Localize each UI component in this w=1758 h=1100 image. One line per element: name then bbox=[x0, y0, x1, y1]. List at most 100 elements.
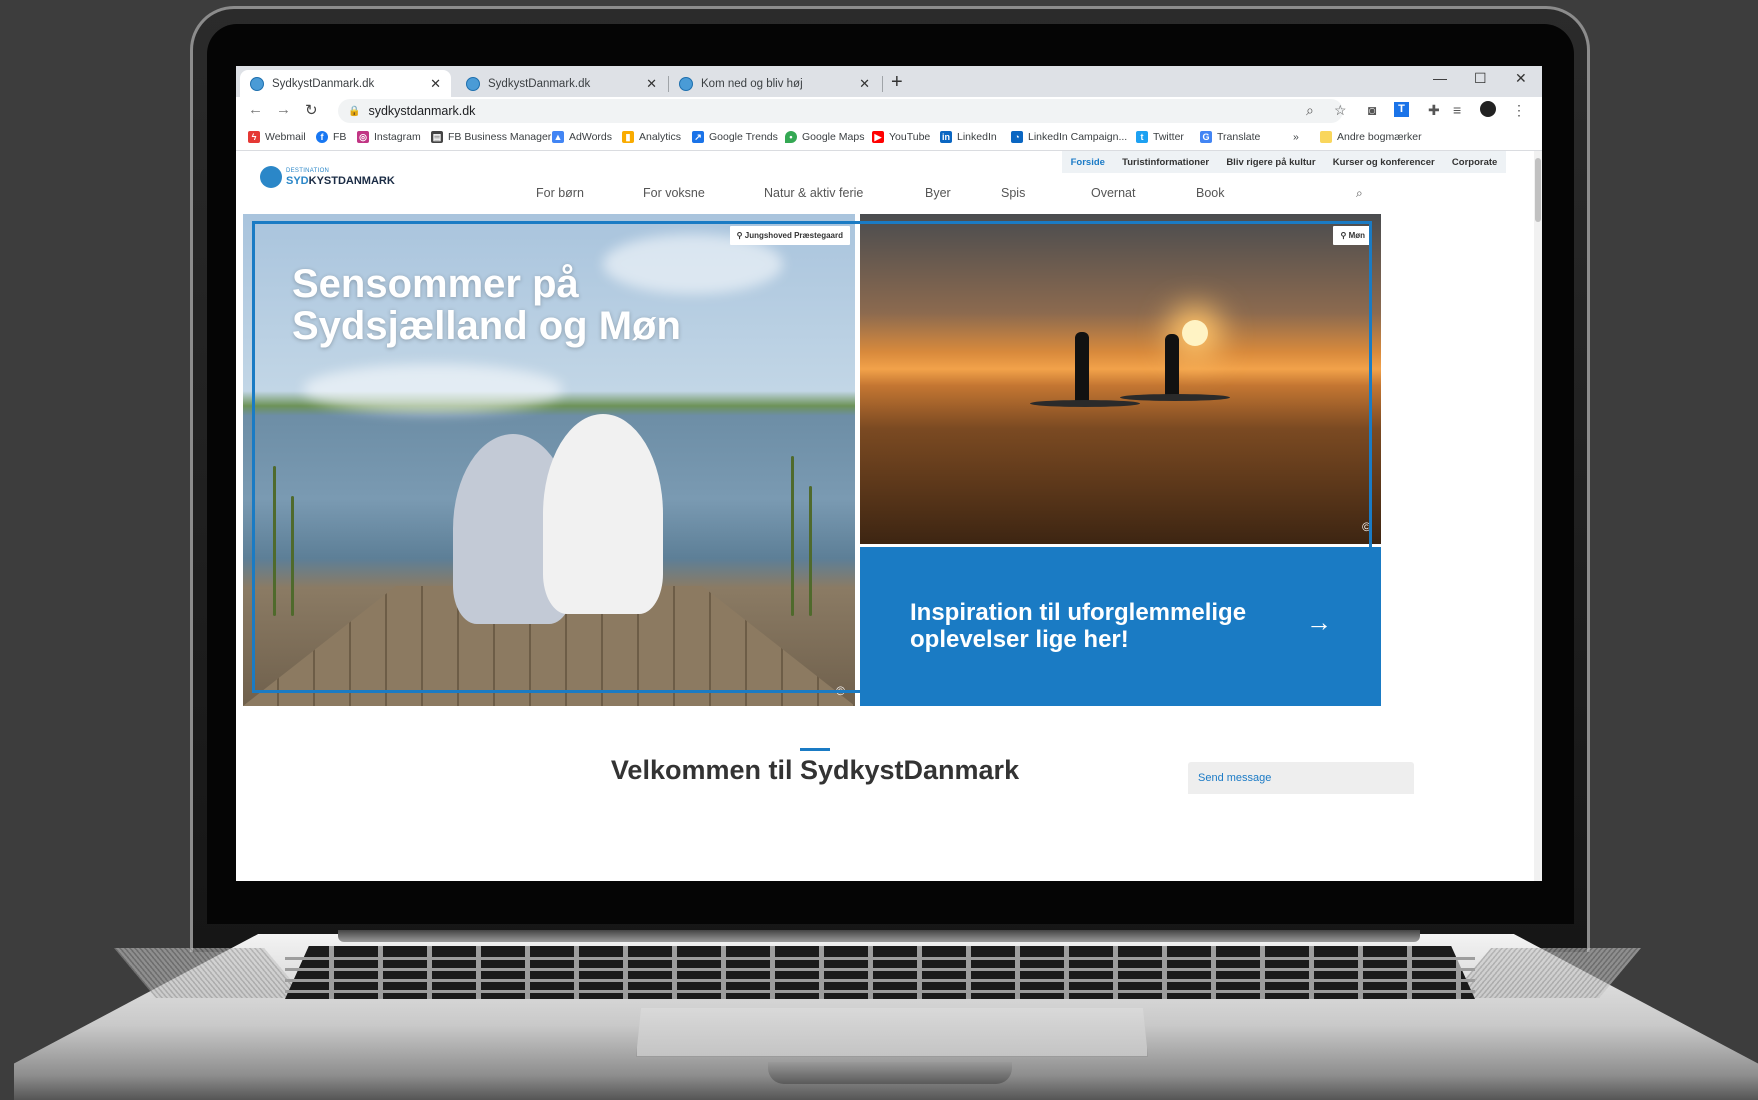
paddleboard-shape bbox=[1030, 400, 1140, 407]
bookmark-google-maps[interactable]: • Google Maps bbox=[785, 131, 864, 143]
chat-widget[interactable]: Send message bbox=[1188, 762, 1414, 794]
chevron-double-right-icon: » bbox=[1293, 131, 1299, 143]
reed-shape bbox=[791, 456, 794, 616]
bookmark-twitter[interactable]: t Twitter bbox=[1136, 131, 1184, 143]
linkedin-icon: in bbox=[940, 131, 952, 143]
topnav-corporate[interactable]: Corporate bbox=[1452, 157, 1497, 168]
browser-window: SydkystDanmark.dk ✕ SydkystDanmark.dk ✕ … bbox=[236, 66, 1542, 881]
adwords-icon: ▲ bbox=[552, 131, 564, 143]
sun-shape bbox=[1182, 320, 1208, 346]
nav-byer[interactable]: Byer bbox=[925, 186, 951, 200]
bookmark-label: Instagram bbox=[374, 131, 421, 143]
close-window-button[interactable]: ✕ bbox=[1515, 70, 1527, 87]
url-text: sydkystdanmark.dk bbox=[368, 104, 476, 118]
tab-sydkyst-1[interactable]: SydkystDanmark.dk ✕ bbox=[240, 70, 451, 97]
keyboard-row-gap bbox=[285, 968, 1475, 971]
more-bookmarks-button[interactable]: » bbox=[1293, 131, 1299, 143]
tab-kom-ned[interactable]: Kom ned og bliv høj ✕ bbox=[669, 70, 880, 97]
location-tag[interactable]: ⚲ Møn bbox=[1333, 226, 1372, 245]
lock-icon: 🔒 bbox=[348, 105, 361, 117]
back-arrow-icon[interactable]: ← bbox=[248, 101, 263, 118]
bookmark-label: Andre bogmærker bbox=[1337, 131, 1422, 143]
inspiration-cta[interactable]: Inspiration til uforglemmelige oplevelse… bbox=[860, 547, 1381, 706]
close-tab-icon[interactable]: ✕ bbox=[646, 76, 657, 92]
bookmark-google-trends[interactable]: ↗ Google Trends bbox=[692, 131, 778, 143]
logo-tagline: DESTINATION bbox=[286, 167, 330, 174]
bookmark-label: LinkedIn bbox=[957, 131, 997, 143]
bookmark-webmail[interactable]: ϟ Webmail bbox=[248, 131, 306, 143]
site-search-icon[interactable]: ⌕ bbox=[1356, 186, 1363, 201]
website-content: Forside Turistinformationer Bliv rigere … bbox=[236, 151, 1534, 881]
topnav-kultur[interactable]: Bliv rigere på kultur bbox=[1226, 157, 1315, 168]
logo-wordmark: SYDKYSTDANMARK bbox=[286, 175, 395, 187]
other-bookmarks-folder[interactable]: Andre bogmærker bbox=[1320, 131, 1422, 143]
cta-text: Inspiration til uforglemmelige oplevelse… bbox=[910, 599, 1247, 653]
analytics-icon: ▮ bbox=[622, 131, 634, 143]
reading-list-icon[interactable]: ≡ bbox=[1453, 102, 1461, 118]
tab-sydkyst-2[interactable]: SydkystDanmark.dk ✕ bbox=[456, 70, 667, 97]
nav-natur-aktiv-ferie[interactable]: Natur & aktiv ferie bbox=[764, 186, 863, 200]
camera-extension-icon[interactable]: ◙ bbox=[1368, 102, 1376, 118]
topnav-forside[interactable]: Forside bbox=[1071, 157, 1105, 168]
laptop-notch bbox=[768, 1062, 1012, 1084]
topnav-turistinformationer[interactable]: Turistinformationer bbox=[1122, 157, 1209, 168]
bookmark-youtube[interactable]: ▶ YouTube bbox=[872, 131, 930, 143]
person-right-shape bbox=[543, 414, 663, 614]
tab-title: SydkystDanmark.dk bbox=[272, 77, 375, 90]
bookmark-fb-business-manager[interactable]: ▤ FB Business Manager bbox=[431, 131, 551, 143]
nav-spis[interactable]: Spis bbox=[1001, 186, 1025, 200]
close-tab-icon[interactable]: ✕ bbox=[430, 76, 441, 92]
copyright-icon[interactable]: © bbox=[1362, 520, 1371, 534]
bookmark-linkedin-campaign[interactable]: ◔ LinkedIn Campaign... bbox=[1011, 131, 1127, 143]
forward-arrow-icon[interactable]: → bbox=[276, 101, 291, 118]
bookmark-instagram[interactable]: ◎ Instagram bbox=[357, 131, 421, 143]
reed-shape bbox=[273, 466, 276, 616]
location-tag[interactable]: ⚲ Jungshoved Præstegaard bbox=[729, 226, 850, 245]
logo-wordmark-kyst: KYSTDANMARK bbox=[308, 174, 395, 187]
nav-for-voksne[interactable]: For voksne bbox=[643, 186, 705, 200]
bookmark-star-icon[interactable]: ☆ bbox=[1334, 102, 1347, 119]
tab-title: Kom ned og bliv høj bbox=[701, 77, 803, 90]
translate-extension-icon[interactable]: T bbox=[1394, 102, 1409, 117]
reload-icon[interactable]: ↻ bbox=[305, 101, 318, 119]
webmail-icon: ϟ bbox=[248, 131, 260, 143]
minimize-button[interactable]: — bbox=[1433, 70, 1447, 86]
trends-icon: ↗ bbox=[692, 131, 704, 143]
site-favicon-icon bbox=[679, 76, 693, 91]
zoom-icon[interactable]: ⌕ bbox=[1306, 102, 1314, 119]
bookmark-adwords[interactable]: ▲ AdWords bbox=[552, 131, 612, 143]
profile-avatar[interactable] bbox=[1480, 101, 1496, 117]
hero-image-couple[interactable]: Sensommer på Sydsjælland og Møn ⚲ Jungsh… bbox=[243, 214, 855, 706]
chat-label: Send message bbox=[1198, 772, 1272, 784]
maximize-button[interactable]: ☐ bbox=[1474, 70, 1487, 87]
nav-for-born[interactable]: For børn bbox=[536, 186, 584, 200]
address-bar[interactable]: 🔒 sydkystdanmark.dk bbox=[338, 99, 1343, 123]
close-tab-icon[interactable]: ✕ bbox=[859, 76, 870, 92]
bookmarks-bar: ϟ Webmail f FB ◎ Instagram ▤ FB Business Man… bbox=[236, 125, 1542, 151]
nav-overnat[interactable]: Overnat bbox=[1091, 186, 1135, 200]
page-scrollbar[interactable] bbox=[1534, 151, 1542, 881]
arrow-right-icon: → bbox=[1306, 607, 1332, 637]
bookmark-translate[interactable]: G Translate bbox=[1200, 131, 1260, 143]
new-tab-button[interactable]: + bbox=[891, 72, 903, 92]
keyboard-row-gap bbox=[285, 990, 1475, 993]
bookmark-fb[interactable]: f FB bbox=[316, 131, 346, 143]
translate-icon: G bbox=[1200, 131, 1212, 143]
browser-toolbar: ← → ↻ 🔒 sydkystdanmark.dk ⌕ ☆ ◙ T ✚ ≡ ⋮ bbox=[236, 97, 1542, 125]
nav-book[interactable]: Book bbox=[1196, 186, 1225, 200]
logo-mark-icon bbox=[260, 166, 282, 188]
topnav-kurser[interactable]: Kurser og konferencer bbox=[1333, 157, 1435, 168]
more-menu-icon[interactable]: ⋮ bbox=[1512, 102, 1526, 119]
hero-image-paddleboard[interactable]: ⚲ Møn © bbox=[860, 214, 1381, 544]
site-logo[interactable]: DESTINATION SYDKYSTDANMARK bbox=[260, 166, 395, 188]
bookmark-linkedin[interactable]: in LinkedIn bbox=[940, 131, 997, 143]
scrollbar-thumb[interactable] bbox=[1535, 158, 1541, 222]
copyright-icon[interactable]: © bbox=[836, 684, 845, 698]
tab-separator bbox=[882, 76, 883, 92]
bookmark-analytics[interactable]: ▮ Analytics bbox=[622, 131, 681, 143]
bookmark-label: FB bbox=[333, 131, 347, 143]
bookmark-label: AdWords bbox=[569, 131, 612, 143]
laptop-hinge bbox=[338, 930, 1420, 942]
bookmark-label: Twitter bbox=[1153, 131, 1184, 143]
extensions-puzzle-icon[interactable]: ✚ bbox=[1428, 102, 1440, 119]
